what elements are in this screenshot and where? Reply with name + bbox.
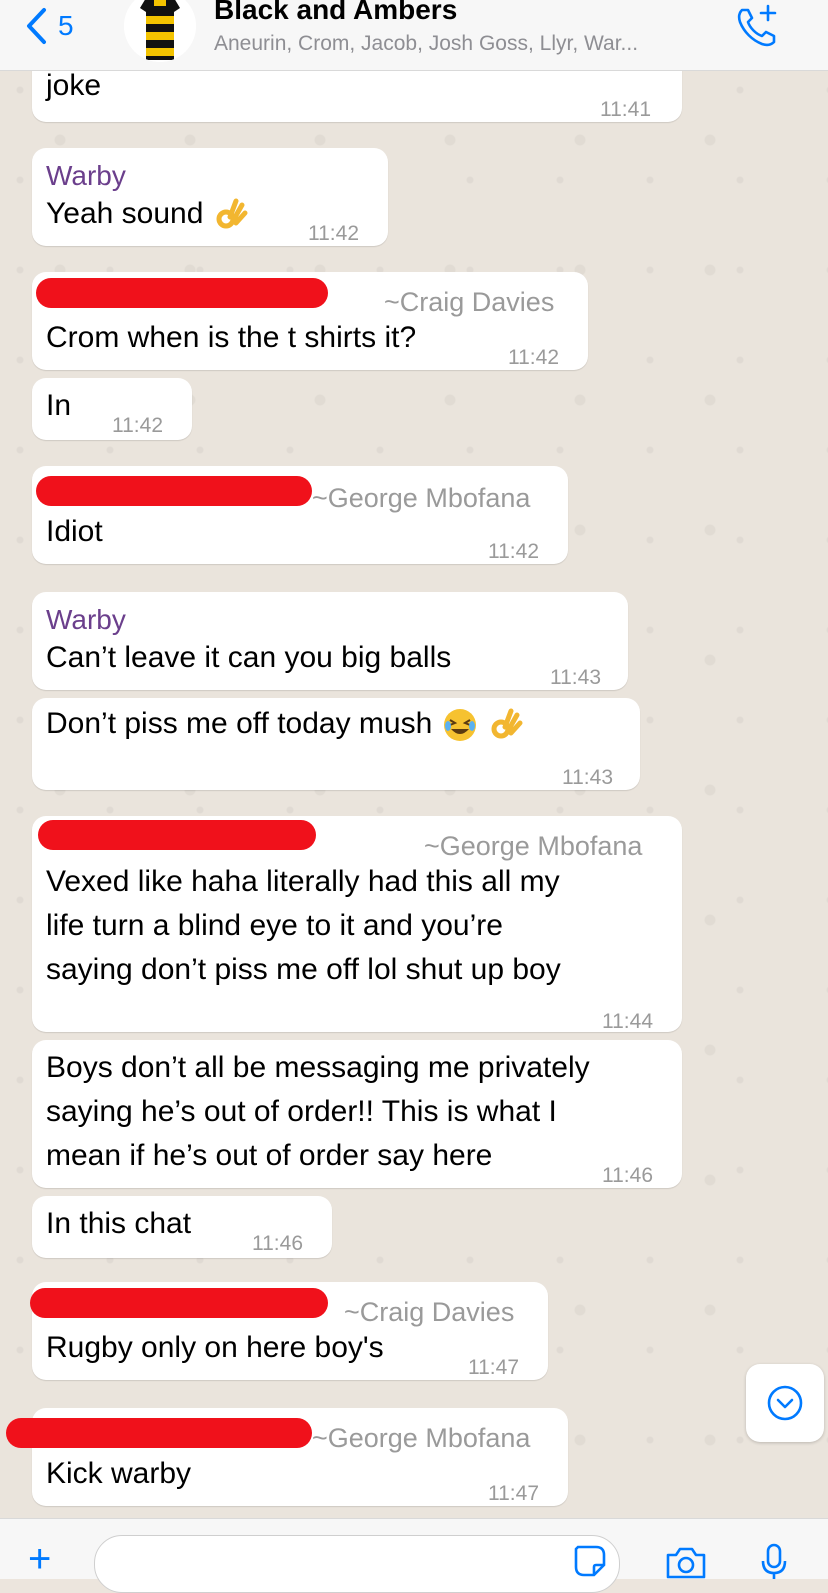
message-bubble[interactable]: ~George Mbofana Idiot 11:42 — [32, 466, 568, 564]
chat-title[interactable]: Black and Ambers — [214, 0, 457, 26]
laughing-emoji — [443, 709, 476, 742]
ok-hand-emoji — [216, 198, 248, 229]
call-add-icon[interactable] — [732, 2, 780, 50]
message-time: 11:46 — [252, 1232, 303, 1255]
chevron-left-icon — [27, 8, 46, 44]
message-text-content: Yeah sound — [46, 197, 204, 230]
sender-name[interactable]: ~George Mbofana — [312, 1416, 530, 1460]
message-text: In this chat — [46, 1207, 192, 1240]
message-bubble[interactable]: Boys don’t all be messaging me privately… — [32, 1040, 682, 1188]
message-bubble[interactable]: Warby Can’t leave it can you big balls 1… — [32, 592, 628, 690]
message-time: 11:44 — [602, 1010, 653, 1033]
message-text: Crom when is the t shirts it? — [46, 321, 417, 354]
back-button[interactable]: 5 — [24, 4, 74, 48]
message-text: Kick warby — [46, 1457, 192, 1490]
message-text-line: life turn a blind eye to it and you’re — [46, 909, 503, 942]
message-time: 11:42 — [308, 222, 359, 245]
message-bubble[interactable]: Don’t piss me off today mush 11:43 — [32, 698, 640, 790]
ok-hand-emoji — [491, 708, 523, 739]
message-text: In — [46, 389, 72, 422]
chat-header: 5 Black and Ambers Aneurin, Crom, Jacob,… — [0, 0, 828, 71]
message-bubble[interactable]: ~Craig Davies Rugby only on here boy's 1… — [30, 1282, 548, 1380]
unread-count: 5 — [58, 10, 74, 41]
camera-icon[interactable] — [664, 1545, 708, 1579]
message-time: 11:42 — [112, 414, 163, 437]
message-text-content: Don’t piss me off today mush — [46, 707, 433, 740]
message-time: 11:41 — [600, 98, 651, 121]
message-bubble[interactable]: Warby Yeah sound 11:42 — [32, 148, 388, 246]
message-text: Don’t piss me off today mush — [46, 702, 523, 746]
message-time: 11:42 — [488, 540, 539, 563]
jersey-icon — [124, 0, 196, 62]
message-text: Can’t leave it can you big balls — [46, 641, 452, 674]
message-time: 11:47 — [468, 1356, 519, 1379]
message-text: Rugby only on here boy's — [46, 1331, 384, 1364]
group-avatar[interactable] — [124, 0, 196, 62]
message-text-line: saying he’s out of order!! This is what … — [46, 1095, 557, 1128]
input-bar: + — [0, 1518, 828, 1593]
chat-members[interactable]: Aneurin, Crom, Jacob, Josh Goss, Llyr, W… — [214, 32, 638, 56]
plus-icon[interactable]: + — [28, 1539, 51, 1579]
message-bubble[interactable]: ~George Mbofana Vexed like haha literall… — [32, 816, 682, 1033]
message-text-line: Vexed like haha literally had this all m… — [46, 865, 560, 898]
redaction-mark — [36, 278, 328, 308]
sender-name[interactable]: ~George Mbofana — [312, 476, 530, 520]
message-text-line: mean if he’s out of order say here — [46, 1139, 493, 1172]
redaction-mark — [30, 1288, 328, 1318]
message-text-line: saying don’t piss me off lol shut up boy — [46, 953, 561, 986]
message-time: 11:42 — [508, 346, 559, 369]
microphone-icon[interactable] — [760, 1543, 788, 1579]
message-bubble[interactable]: ~Craig Davies Crom when is the t shirts … — [32, 272, 588, 370]
message-bubble[interactable]: In 11:42 — [32, 378, 192, 440]
message-time: 11:43 — [550, 666, 601, 689]
message-time: 11:43 — [562, 766, 613, 789]
redaction-mark — [36, 476, 312, 506]
message-input[interactable] — [94, 1535, 620, 1593]
message-time: 11:47 — [488, 1482, 539, 1505]
message-text: Yeah sound — [46, 192, 248, 236]
message-text-line: Boys don’t all be messaging me privately — [46, 1051, 590, 1084]
chevron-down-icon — [767, 1385, 803, 1421]
message-text: Idiot — [46, 515, 103, 548]
message-time: 11:46 — [602, 1164, 653, 1187]
redaction-mark — [6, 1418, 312, 1448]
sticker-icon[interactable] — [572, 1543, 608, 1579]
scroll-to-bottom-button[interactable] — [746, 1364, 824, 1442]
message-bubble[interactable]: ~George Mbofana Kick warby 11:47 — [6, 1408, 568, 1506]
redaction-mark — [38, 820, 316, 850]
message-bubble[interactable]: In this chat 11:46 — [32, 1196, 332, 1258]
